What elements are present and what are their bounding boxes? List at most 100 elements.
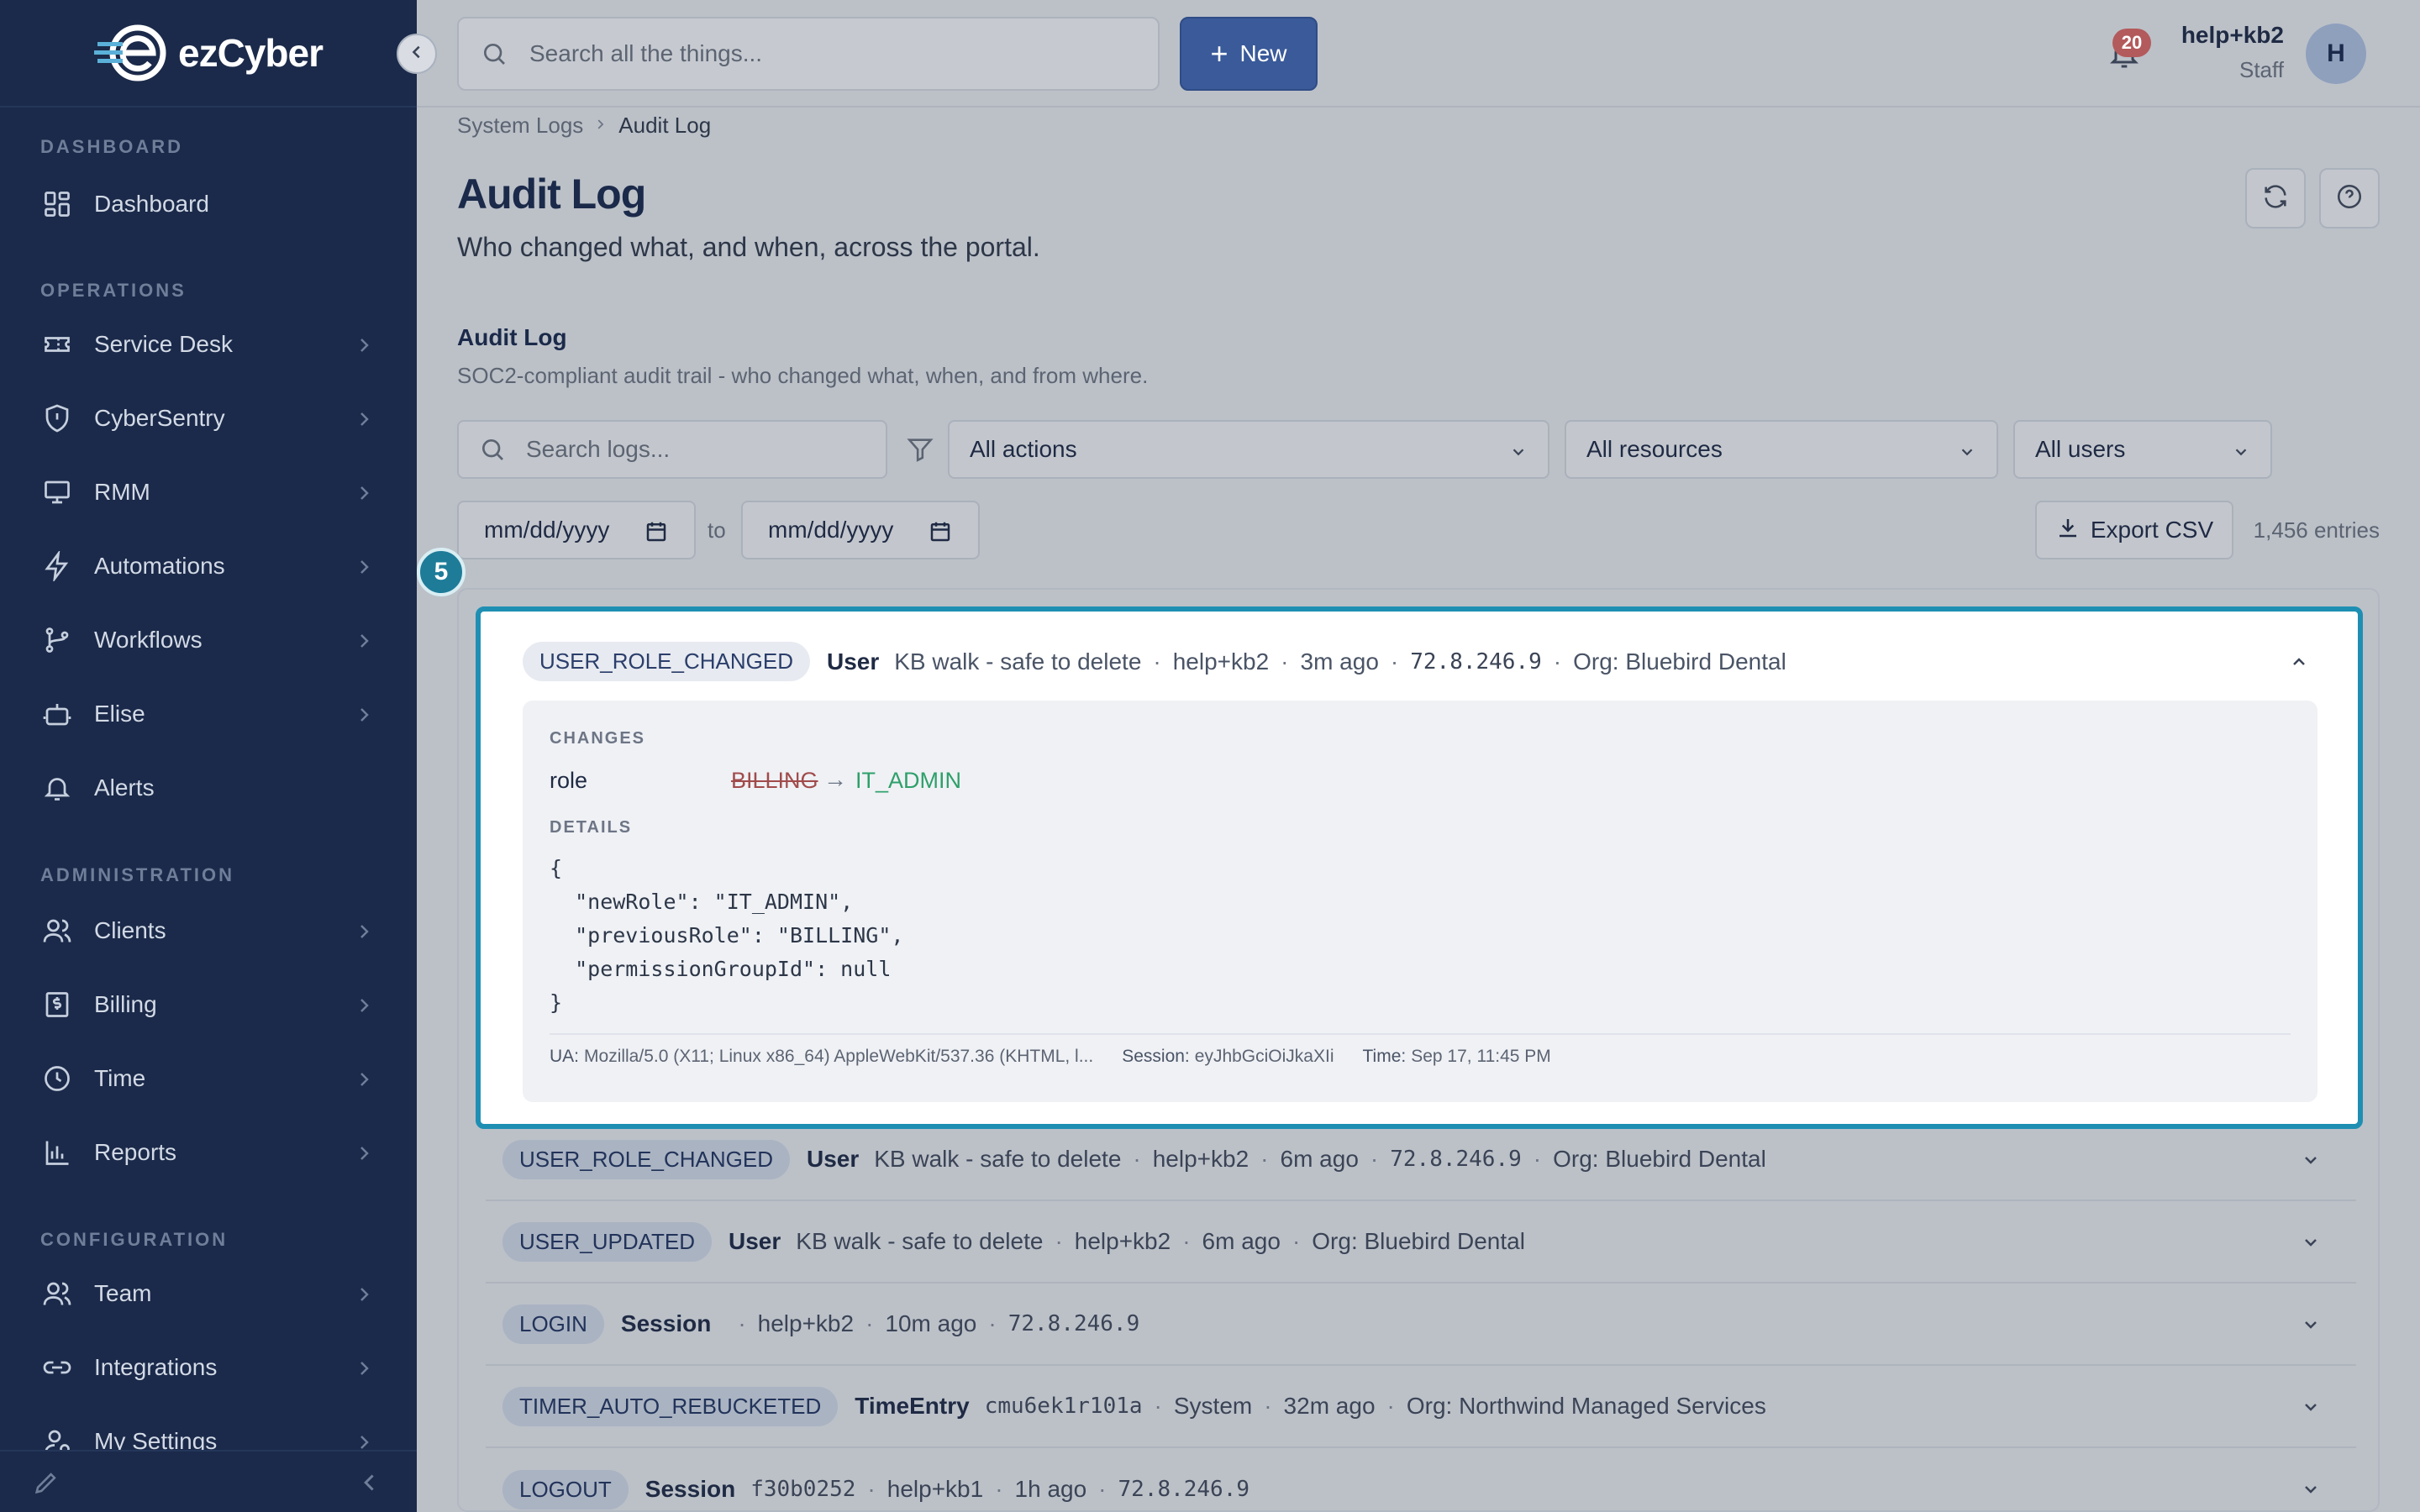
users-select-value: All users xyxy=(2035,436,2126,462)
entries-count: 1,456 entries xyxy=(2253,517,2380,543)
calendar-icon[interactable] xyxy=(928,519,953,550)
user-role: Staff xyxy=(2238,57,2284,82)
user-agent: Mozilla/5.0 (X11; Linux x86_64) AppleWeb… xyxy=(584,1047,1094,1066)
resource-type: TimeEntry xyxy=(855,1393,970,1419)
brand-name: ezCyber xyxy=(178,31,324,75)
sidebar: ezCyber DASHBOARD Dashboard OPERATIONS S… xyxy=(0,0,417,1512)
action-pill: USER_ROLE_CHANGED xyxy=(502,1139,790,1179)
sidebar-item-team[interactable]: Team xyxy=(0,1264,417,1323)
ip-address: 72.8.246.9 xyxy=(1118,1477,1250,1502)
section-operations: OPERATIONS xyxy=(40,280,187,301)
help-circle-icon xyxy=(2335,182,2364,215)
action-pill: TIMER_AUTO_REBUCKETED xyxy=(502,1386,839,1426)
date-to-input[interactable]: mm/dd/yyyy xyxy=(741,501,980,559)
chevron-down-icon[interactable] xyxy=(2299,1478,2323,1505)
log-row[interactable]: LOGOUT Session f30b0252 · help+kb1 · 1h … xyxy=(486,1448,2356,1512)
sidebar-item-service-desk[interactable]: Service Desk xyxy=(0,315,417,374)
resource-type: Session xyxy=(644,1476,736,1502)
sidebar-collapse-button[interactable] xyxy=(397,34,437,74)
sidebar-item-billing[interactable]: Billing xyxy=(0,975,417,1034)
section-subtitle: SOC2-compliant audit trail - who changed… xyxy=(457,363,1149,388)
chevron-down-icon[interactable] xyxy=(2299,1231,2323,1258)
relative-time: 6m ago xyxy=(1280,1146,1359,1172)
log-entry-meta: UA: Mozilla/5.0 (X11; Linux x86_64) Apple… xyxy=(550,1033,2291,1067)
log-search-placeholder: Search logs... xyxy=(526,436,671,462)
log-row[interactable]: USER_ROLE_CHANGED User KB walk - safe to… xyxy=(486,1119,2356,1201)
user-name[interactable]: help+kb2 xyxy=(2181,22,2284,49)
change-old-value: BILLING xyxy=(731,768,818,793)
users-icon xyxy=(40,914,74,948)
log-row[interactable]: USER_UPDATED User KB walk - safe to dele… xyxy=(486,1201,2356,1284)
date-from-value: mm/dd/yyyy xyxy=(484,517,610,543)
new-button-label: New xyxy=(1239,40,1287,66)
chevron-right-icon xyxy=(356,408,373,435)
chevron-down-icon[interactable] xyxy=(2299,1396,2323,1423)
date-from-input[interactable]: mm/dd/yyyy xyxy=(457,501,696,559)
sidebar-item-label: Automations xyxy=(94,553,225,579)
search-icon xyxy=(479,436,506,463)
search-placeholder: Search all the things... xyxy=(529,40,763,66)
ua-label: UA: xyxy=(550,1047,580,1066)
sidebar-item-label: Billing xyxy=(94,991,157,1017)
help-button[interactable] xyxy=(2319,168,2380,228)
log-row[interactable]: LOGIN Session · help+kb2 · 10m ago · 72.… xyxy=(486,1284,2356,1366)
sidebar-item-cybersentry[interactable]: CyberSentry xyxy=(0,389,417,448)
expanded-log-entry[interactable]: USER_ROLE_CHANGED User KB walk - safe to… xyxy=(476,606,2363,1129)
ezcyber-logo-icon xyxy=(94,24,166,81)
shield-icon xyxy=(40,402,74,435)
target-name: KB walk - safe to delete xyxy=(894,648,1142,675)
users-select[interactable]: All users xyxy=(2013,420,2272,479)
ip-address: 72.8.246.9 xyxy=(1410,648,1542,675)
resources-select[interactable]: All resources xyxy=(1565,420,1998,479)
details-json: { "newRole": "IT_ADMIN", "previousRole":… xyxy=(550,856,904,1015)
sidebar-item-dashboard[interactable]: Dashboard xyxy=(0,175,417,234)
chevron-right-icon xyxy=(356,334,373,361)
ticket-icon xyxy=(40,328,74,361)
chevron-left-icon[interactable] xyxy=(360,1470,380,1499)
avatar[interactable]: H xyxy=(2306,24,2366,84)
sidebar-item-time[interactable]: Time xyxy=(0,1049,417,1108)
chevron-right-icon xyxy=(356,1068,373,1095)
date-to-value: mm/dd/yyyy xyxy=(768,517,894,543)
sidebar-item-rmm[interactable]: RMM xyxy=(0,463,417,522)
chevron-down-icon[interactable] xyxy=(2299,1149,2323,1176)
chevron-right-icon xyxy=(356,1357,373,1384)
log-row[interactable]: TIMER_AUTO_REBUCKETED TimeEntry cmu6ek1r… xyxy=(486,1366,2356,1448)
resource-id: f30b0252 xyxy=(750,1477,856,1502)
export-csv-button[interactable]: Export CSV xyxy=(2035,501,2233,559)
refresh-button[interactable] xyxy=(2245,168,2306,228)
sidebar-item-label: Reports xyxy=(94,1139,177,1165)
chevron-right-icon xyxy=(356,1284,373,1310)
action-pill: LOGIN xyxy=(502,1304,604,1344)
download-icon xyxy=(2055,515,2081,546)
sidebar-item-automations[interactable]: Automations xyxy=(0,537,417,596)
sidebar-item-alerts[interactable]: Alerts xyxy=(0,759,417,817)
chevron-right-icon xyxy=(356,921,373,948)
target-name: KB walk - safe to delete xyxy=(796,1228,1044,1254)
actor-user: help+kb2 xyxy=(757,1310,855,1336)
actions-select[interactable]: All actions xyxy=(948,420,1549,479)
brand[interactable]: ezCyber xyxy=(0,0,417,108)
section-administration: ADMINISTRATION xyxy=(40,864,235,885)
log-entry-header[interactable]: USER_ROLE_CHANGED User KB walk - safe to… xyxy=(523,642,1786,681)
pencil-icon[interactable] xyxy=(32,1468,60,1501)
change-new-value: IT_ADMIN xyxy=(855,768,962,793)
actor-user: help+kb1 xyxy=(886,1476,984,1502)
sidebar-item-clients[interactable]: Clients xyxy=(0,901,417,960)
step-indicator-badge: 5 xyxy=(417,548,466,596)
new-button[interactable]: + New xyxy=(1180,17,1318,91)
chevron-up-icon[interactable] xyxy=(2287,652,2311,676)
calendar-icon[interactable] xyxy=(644,519,669,550)
search-icon xyxy=(479,39,509,69)
chevron-down-icon xyxy=(1958,440,1976,467)
chevron-down-icon[interactable] xyxy=(2299,1314,2323,1341)
breadcrumb-parent-link[interactable]: System Logs xyxy=(457,113,583,139)
global-search-input[interactable]: Search all the things... xyxy=(457,17,1160,91)
sidebar-item-elise[interactable]: Elise xyxy=(0,685,417,743)
sidebar-item-integrations[interactable]: Integrations xyxy=(0,1338,417,1397)
log-search-input[interactable]: Search logs... xyxy=(457,420,887,479)
sidebar-item-workflows[interactable]: Workflows xyxy=(0,611,417,669)
topbar: Search all the things... + New 20 help+k… xyxy=(417,0,2420,108)
sidebar-item-reports[interactable]: Reports xyxy=(0,1123,417,1182)
resource-id: cmu6ek1r101a xyxy=(984,1394,1143,1419)
